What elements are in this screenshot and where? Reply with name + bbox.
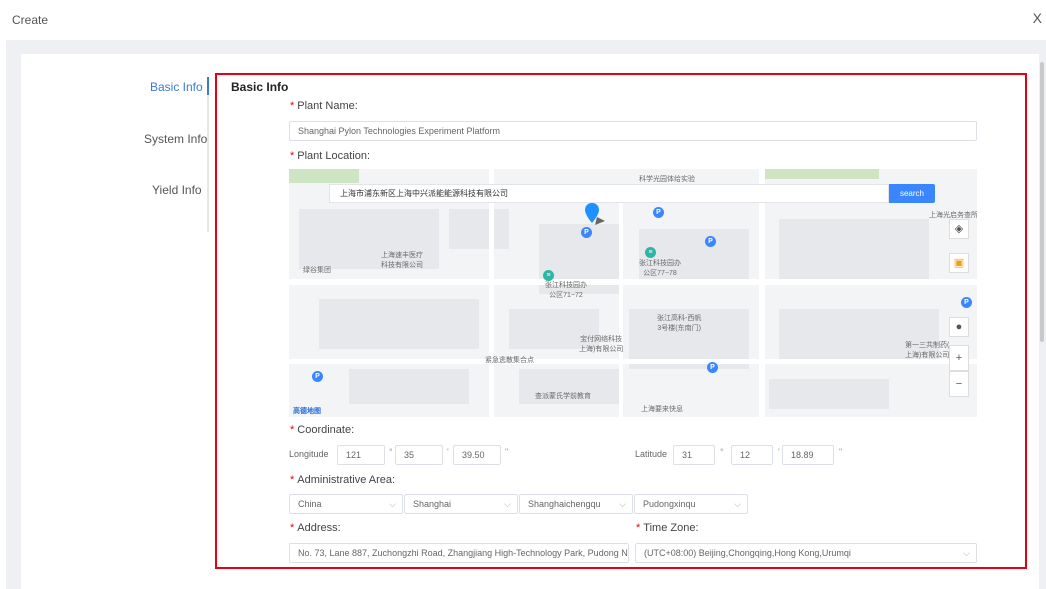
address-label-text: Address: [297, 522, 341, 534]
chevron-down-icon: ⌵ [734, 499, 741, 509]
zoom-out-icon[interactable]: − [949, 371, 969, 397]
time-zone-value: (UTC+08:00) Beijing,Chongqing,Hong Kong,… [644, 548, 851, 558]
location-map[interactable]: 上海市浦东新区上海中兴派能能源科技有限公司 search 上海速丰医疗 科技有限公… [289, 169, 977, 417]
address-input[interactable]: No. 73, Lane 887, Zuchongzhi Road, Zhang… [289, 543, 629, 563]
second-unit: " [505, 447, 509, 457]
minute-unit: ' [778, 447, 780, 457]
province-value: Shanghai [413, 499, 452, 509]
map-poi: 查派蒙氏学前教育 [535, 393, 591, 400]
time-zone-label: * Time Zone: [636, 522, 699, 534]
dialog-header: Create X [0, 0, 1046, 40]
traffic-icon[interactable]: ▣ [949, 253, 969, 273]
required-mark: * [290, 474, 295, 486]
latitude-label: Latitude [635, 449, 668, 459]
map-poi: 张江高科-西帆 3号楼(东南门) [657, 315, 702, 332]
longitude-minute-input[interactable]: 35 [395, 445, 443, 465]
degree-unit: ° [720, 447, 724, 457]
coordinate-label-text: Coordinate: [297, 424, 355, 436]
degree-unit: ° [389, 447, 393, 457]
admin-area-label-text: Administrative Area: [297, 474, 396, 486]
longitude-degree-input[interactable]: 121 [337, 445, 385, 465]
required-mark: * [290, 424, 295, 436]
map-poi: 张江科技园办 公区71~72 [545, 282, 587, 299]
plant-name-label: * Plant Name: [290, 100, 358, 112]
city-value: Shanghaichengqu [528, 499, 601, 509]
locate-icon[interactable]: ● [949, 317, 969, 337]
required-mark: * [290, 100, 295, 112]
parking-icon: P [653, 207, 664, 218]
city-select[interactable]: Shanghaichengqu ⌵ [519, 494, 633, 514]
plant-name-label-text: Plant Name: [297, 100, 358, 112]
map-poi: 第一三共制药(上海)有限公司 [905, 342, 950, 359]
country-value: China [298, 499, 322, 509]
chevron-down-icon: ⌵ [504, 499, 511, 509]
district-select[interactable]: Pudongxinqu ⌵ [634, 494, 748, 514]
layers-icon[interactable]: ◈ [949, 219, 969, 239]
parking-icon: P [581, 227, 592, 238]
map-brand-logo: 高德地图 [293, 408, 321, 415]
plant-name-input[interactable]: Shanghai Pylon Technologies Experiment P… [289, 121, 977, 141]
map-search-button[interactable]: search [889, 184, 935, 203]
chevron-down-icon: ⌵ [389, 499, 396, 509]
coordinate-label: * Coordinate: [290, 424, 354, 436]
parking-icon: P [707, 362, 718, 373]
longitude-second-input[interactable]: 39.50 [453, 445, 501, 465]
latitude-minute-input[interactable]: 12 [731, 445, 773, 465]
district-value: Pudongxinqu [643, 499, 696, 509]
map-poi: 科学光园体给实验 [639, 176, 695, 183]
map-poi: 上海要来快息 [641, 406, 683, 413]
address-label: * Address: [290, 522, 341, 534]
close-icon[interactable]: X [1033, 10, 1042, 26]
parking-icon: P [312, 371, 323, 382]
nav-divider [207, 77, 209, 232]
place-icon: ≡ [543, 270, 554, 281]
map-search-input[interactable]: 上海市浦东新区上海中兴派能能源科技有限公司 [329, 184, 889, 203]
zoom-in-icon[interactable]: + [949, 345, 969, 371]
chevron-down-icon: ⌵ [963, 548, 970, 558]
map-poi: 紧急逃散集合点 [485, 357, 534, 364]
vertical-scrollbar[interactable] [1040, 62, 1044, 342]
minute-unit: ' [447, 447, 449, 457]
required-mark: * [290, 522, 295, 534]
admin-area-label: * Administrative Area: [290, 474, 395, 486]
parking-icon: P [705, 236, 716, 247]
nav-active-indicator [207, 77, 209, 95]
chevron-down-icon: ⌵ [619, 499, 626, 509]
time-zone-select[interactable]: (UTC+08:00) Beijing,Chongqing,Hong Kong,… [635, 543, 977, 563]
required-mark: * [290, 150, 295, 162]
dialog-title: Create [12, 13, 49, 27]
plant-location-label-text: Plant Location: [297, 150, 371, 162]
map-poi: 上海速丰医疗 科技有限公司 [381, 252, 423, 269]
map-poi: 宝付网络科技 上海)有限公司 [579, 336, 624, 353]
plant-location-label: * Plant Location: [290, 150, 370, 162]
second-unit: " [839, 447, 843, 457]
time-zone-label-text: Time Zone: [643, 522, 699, 534]
province-select[interactable]: Shanghai ⌵ [404, 494, 518, 514]
map-poi: 张江科技园办 公区77~78 [639, 260, 681, 277]
latitude-degree-input[interactable]: 31 [673, 445, 715, 465]
parking-icon: P [961, 297, 972, 308]
country-select[interactable]: China ⌵ [289, 494, 403, 514]
section-title: Basic Info [231, 80, 289, 94]
latitude-second-input[interactable]: 18.89 [782, 445, 834, 465]
place-icon: ≡ [645, 247, 656, 258]
required-mark: * [636, 522, 641, 534]
longitude-label: Longitude [289, 449, 329, 459]
map-poi: 绿谷集团 [303, 267, 331, 274]
